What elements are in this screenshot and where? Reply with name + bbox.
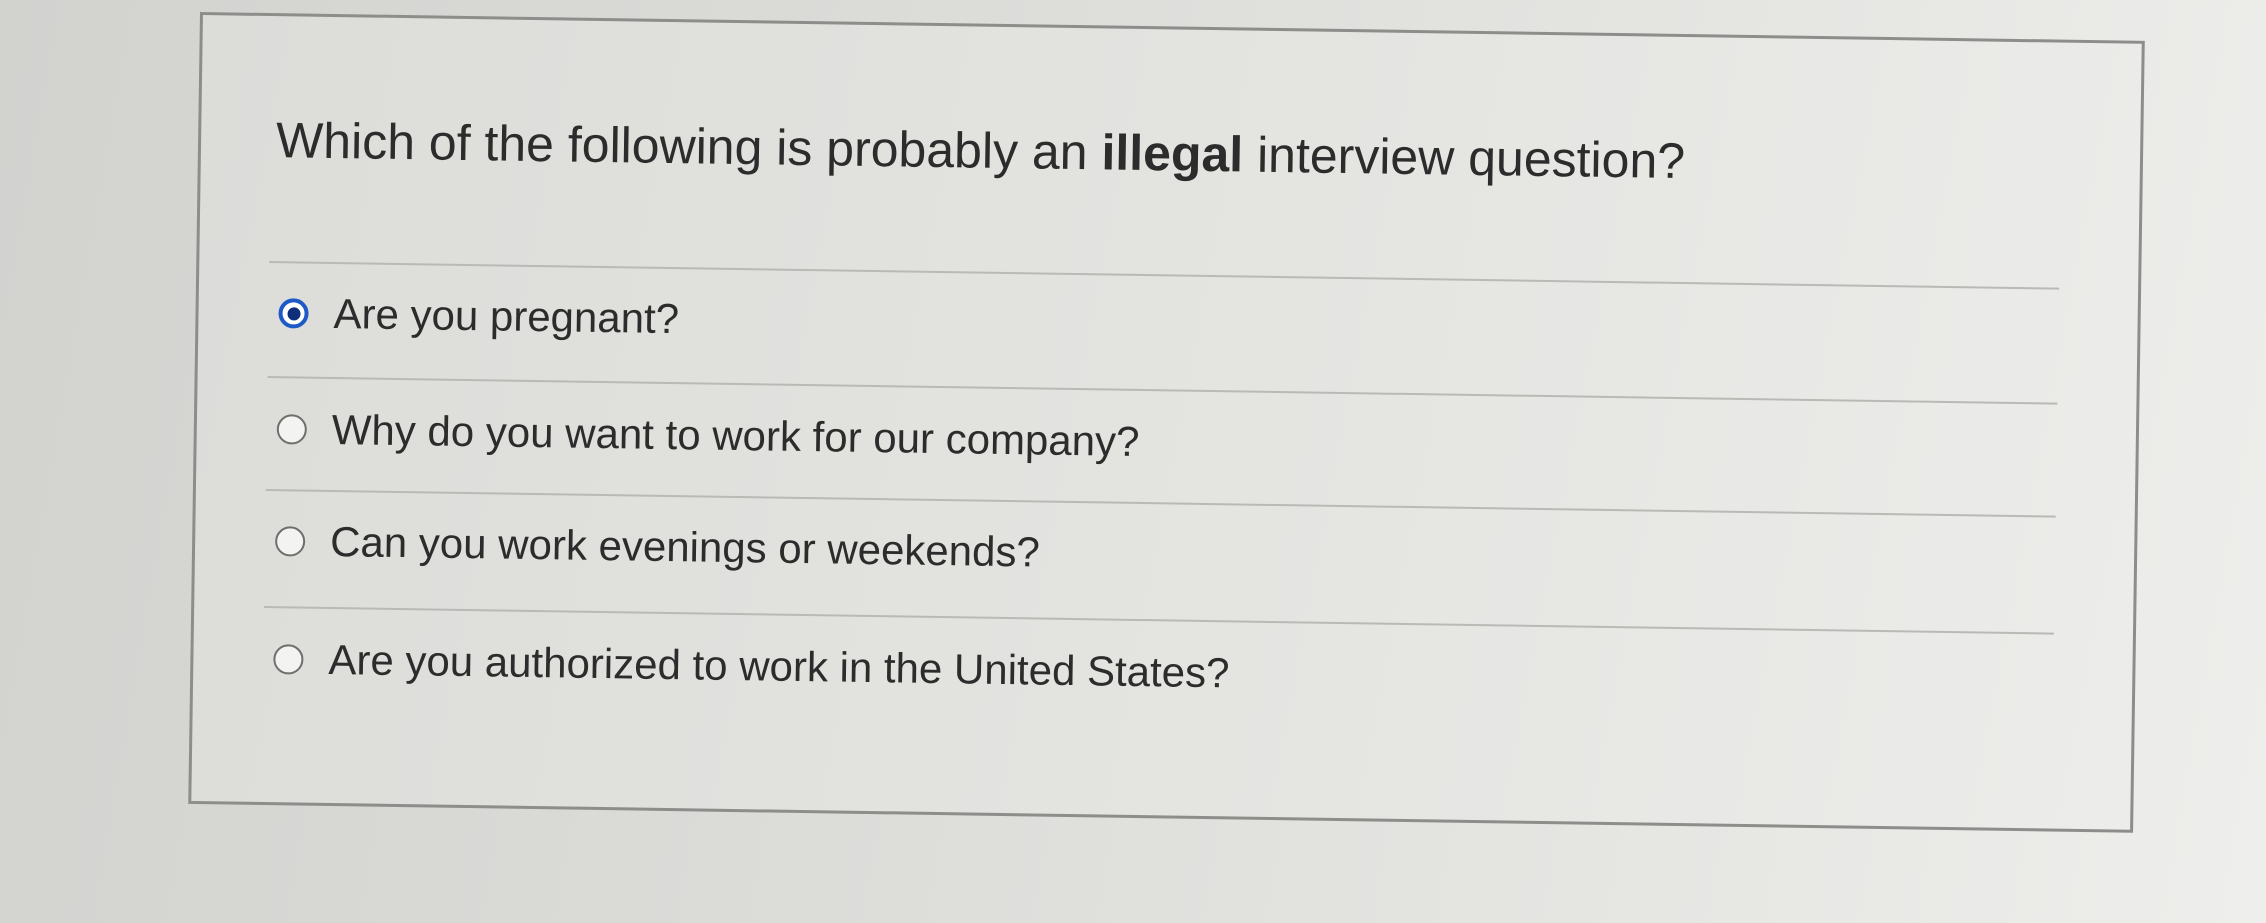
answer-label: Can you work evenings or weekends? <box>329 517 1041 576</box>
question-suffix: interview question? <box>1242 126 1686 190</box>
screen: Which of the following is probably an il… <box>0 0 2266 923</box>
answer-option-4[interactable]: Are you authorized to work in the United… <box>273 624 1230 708</box>
question-card: Which of the following is probably an il… <box>188 12 2145 833</box>
radio-selected-icon[interactable] <box>278 298 309 329</box>
answer-label: Why do you want to work for our company? <box>331 406 1140 465</box>
radio-unselected-icon[interactable] <box>276 414 308 445</box>
radio-unselected-icon[interactable] <box>273 644 304 675</box>
radio-unselected-icon[interactable] <box>274 526 306 557</box>
answer-option-2[interactable]: Why do you want to work for our company? <box>276 394 1140 477</box>
radio-dot-icon <box>286 306 301 321</box>
question-text: Which of the following is probably an il… <box>276 111 1686 190</box>
answer-option-3[interactable]: Can you work evenings or weekends? <box>274 506 1041 587</box>
answer-label: Are you authorized to work in the United… <box>328 635 1230 697</box>
answer-option-1[interactable]: Are you pregnant? <box>278 278 680 354</box>
question-emphasis: illegal <box>1101 124 1244 183</box>
question-prefix: Which of the following is probably an <box>275 112 1102 181</box>
answer-label: Are you pregnant? <box>333 290 680 343</box>
